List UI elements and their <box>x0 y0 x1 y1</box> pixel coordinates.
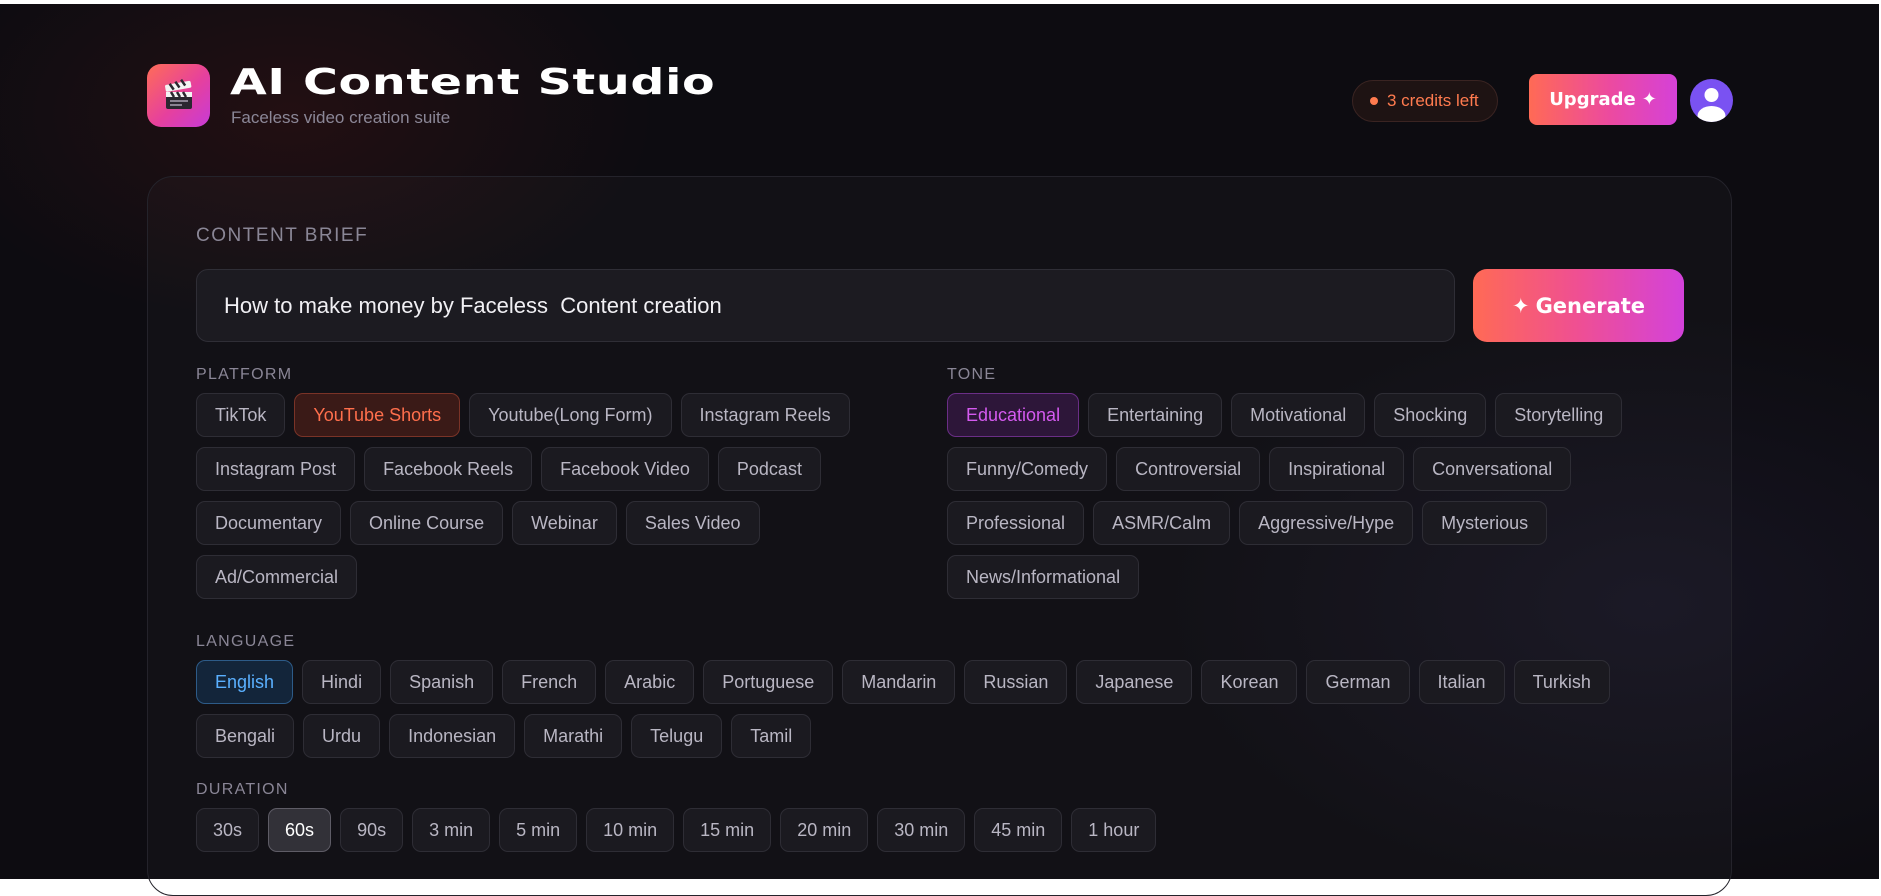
app-subtitle: Faceless video creation suite <box>231 108 451 127</box>
language-chip-spanish[interactable]: Spanish <box>390 660 494 704</box>
content-brief-label: CONTENT BRIEF <box>196 225 369 246</box>
credits-text: 3 credits left <box>1387 91 1479 110</box>
sparkle-icon: ✦ <box>1511 293 1530 318</box>
duration-label: DURATION <box>196 781 289 798</box>
language-chip-turkish[interactable]: Turkish <box>1513 660 1610 704</box>
language-chip-german[interactable]: German <box>1306 660 1410 704</box>
language-chip-indonesian[interactable]: Indonesian <box>389 714 516 758</box>
language-label: LANGUAGE <box>196 633 296 650</box>
tone-chip-conversational[interactable]: Conversational <box>1413 447 1572 491</box>
duration-chip-20-min[interactable]: 20 min <box>780 808 869 852</box>
language-chip-korean[interactable]: Korean <box>1201 660 1298 704</box>
tone-chip-educational[interactable]: Educational <box>947 393 1080 437</box>
platform-chip-online-course[interactable]: Online Course <box>350 501 504 545</box>
platform-label: PLATFORM <box>196 366 293 383</box>
tone-label: TONE <box>947 366 997 383</box>
generate-button[interactable]: ✦ Generate <box>1473 269 1684 342</box>
language-chip-bengali[interactable]: Bengali <box>196 714 295 758</box>
sparkle-icon: ✦ <box>1641 89 1657 110</box>
language-chip-marathi[interactable]: Marathi <box>524 714 623 758</box>
tone-options: Educational Entertaining Motivational Shock… <box>947 393 1667 599</box>
clapperboard-icon <box>147 64 210 127</box>
language-chip-urdu[interactable]: Urdu <box>303 714 381 758</box>
tone-chip-asmr-calm[interactable]: ASMR/Calm <box>1093 501 1231 545</box>
language-chip-telugu[interactable]: Telugu <box>631 714 723 758</box>
tone-chip-funny-comedy[interactable]: Funny/Comedy <box>947 447 1108 491</box>
platform-chip-webinar[interactable]: Webinar <box>512 501 617 545</box>
platform-chip-sales-video[interactable]: Sales Video <box>625 501 760 545</box>
app-title: AI Content Studio <box>230 62 716 103</box>
upgrade-button[interactable]: Upgrade ✦ <box>1529 74 1677 125</box>
language-options: English Hindi Spanish French Arabic Portugues… <box>196 660 1686 758</box>
platform-chip-facebook-reels[interactable]: Facebook Reels <box>364 447 533 491</box>
duration-options: 30s 60s 90s 3 min 5 min 10 min 15 min 20 min 30 … <box>196 808 1686 852</box>
tone-chip-inspirational[interactable]: Inspirational <box>1269 447 1405 491</box>
language-chip-portuguese[interactable]: Portuguese <box>703 660 834 704</box>
tone-chip-storytelling[interactable]: Storytelling <box>1495 393 1623 437</box>
duration-chip-30-min[interactable]: 30 min <box>877 808 966 852</box>
upgrade-label: Upgrade <box>1549 89 1636 110</box>
language-chip-french[interactable]: French <box>502 660 597 704</box>
duration-chip-1-hour[interactable]: 1 hour <box>1071 808 1157 852</box>
tone-chip-mysterious[interactable]: Mysterious <box>1422 501 1548 545</box>
language-chip-italian[interactable]: Italian <box>1418 660 1505 704</box>
duration-chip-30s[interactable]: 30s <box>196 808 260 852</box>
credits-badge: 3 credits left <box>1352 80 1498 122</box>
language-chip-hindi[interactable]: Hindi <box>302 660 382 704</box>
duration-chip-3-min[interactable]: 3 min <box>412 808 491 852</box>
language-chip-russian[interactable]: Russian <box>964 660 1068 704</box>
content-brief-input[interactable] <box>196 269 1455 342</box>
platform-chip-youtube-shorts[interactable]: YouTube Shorts <box>294 393 461 437</box>
user-icon <box>1697 88 1726 122</box>
platform-chip-instagram-post[interactable]: Instagram Post <box>196 447 356 491</box>
generate-label: Generate <box>1535 293 1646 318</box>
language-chip-arabic[interactable]: Arabic <box>605 660 695 704</box>
language-chip-english[interactable]: English <box>196 660 294 704</box>
duration-chip-10-min[interactable]: 10 min <box>586 808 675 852</box>
tone-chip-shocking[interactable]: Shocking <box>1374 393 1487 437</box>
duration-chip-90s[interactable]: 90s <box>340 808 404 852</box>
platform-chip-instagram-reels[interactable]: Instagram Reels <box>680 393 850 437</box>
duration-chip-45-min[interactable]: 45 min <box>974 808 1063 852</box>
tone-chip-news-informational[interactable]: News/Informational <box>947 555 1140 599</box>
platform-chip-tiktok[interactable]: TikTok <box>196 393 286 437</box>
language-chip-mandarin[interactable]: Mandarin <box>842 660 956 704</box>
platform-chip-ad-commercial[interactable]: Ad/Commercial <box>196 555 358 599</box>
platform-chip-podcast[interactable]: Podcast <box>717 447 821 491</box>
app-root: AI Content Studio Faceless video creatio… <box>0 4 1881 896</box>
language-chip-japanese[interactable]: Japanese <box>1076 660 1193 704</box>
tone-chip-controversial[interactable]: Controversial <box>1116 447 1261 491</box>
tone-chip-entertaining[interactable]: Entertaining <box>1088 393 1223 437</box>
status-dot-icon <box>1370 97 1378 105</box>
platform-chip-facebook-video[interactable]: Facebook Video <box>541 447 709 491</box>
tone-chip-motivational[interactable]: Motivational <box>1231 393 1366 437</box>
user-avatar[interactable] <box>1690 79 1733 122</box>
platform-chip-youtube-long-form[interactable]: Youtube(Long Form) <box>469 393 672 437</box>
platform-options: TikTok YouTube Shorts Youtube(Long Form) In… <box>196 393 896 599</box>
content-brief-card: CONTENT BRIEF ✦ Generate PLATFORM TikTok… <box>147 176 1732 896</box>
duration-chip-5-min[interactable]: 5 min <box>499 808 578 852</box>
tone-chip-professional[interactable]: Professional <box>947 501 1085 545</box>
platform-chip-documentary[interactable]: Documentary <box>196 501 342 545</box>
duration-chip-15-min[interactable]: 15 min <box>683 808 772 852</box>
tone-chip-aggressive-hype[interactable]: Aggressive/Hype <box>1239 501 1414 545</box>
language-chip-tamil[interactable]: Tamil <box>731 714 812 758</box>
duration-chip-60s[interactable]: 60s <box>268 808 332 852</box>
